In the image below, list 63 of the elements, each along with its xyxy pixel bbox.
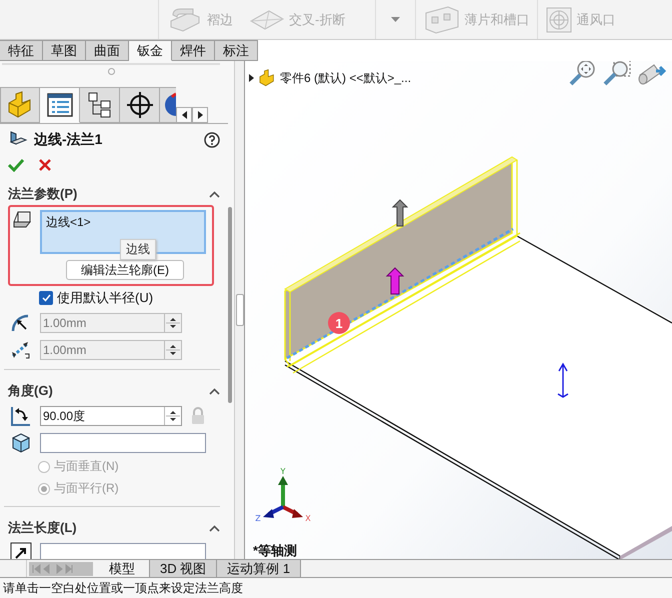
list-icon	[46, 91, 74, 119]
cube-icon	[10, 432, 32, 454]
tab-slot-icon	[424, 4, 460, 34]
axis-label: X	[305, 514, 311, 523]
ribbon-tab[interactable]: 标注	[215, 40, 258, 61]
ribbon-tab[interactable]: 焊件	[172, 40, 215, 61]
feature-title: 边线-法兰1	[34, 131, 102, 149]
arrow-handle-icon[interactable]	[392, 199, 408, 226]
axis-label: Z	[255, 514, 261, 523]
collapse-icon[interactable]	[209, 190, 220, 198]
axis-triad-drawing	[263, 476, 303, 518]
caret-icon	[391, 17, 400, 22]
section-title: 法兰长度(L)	[8, 519, 77, 537]
scrollbar-thumb[interactable]	[228, 207, 232, 403]
section-title: 角度(G)	[8, 382, 53, 400]
collapse-icon[interactable]	[209, 524, 220, 532]
panel-tab[interactable]	[120, 87, 160, 123]
angle-icon	[10, 405, 32, 427]
status-bar: 请单击一空白处位置或一顶点来设定法兰高度	[0, 577, 672, 598]
scroll-left-button[interactable]	[176, 107, 192, 123]
crosshair-icon	[126, 91, 154, 119]
left-arrow-icon	[182, 111, 186, 119]
gap-icon	[10, 340, 32, 360]
axis-label: Y	[280, 467, 286, 476]
panel-grip[interactable]	[2, 63, 220, 77]
expand-icon[interactable]	[249, 74, 254, 82]
ribbon-tab[interactable]: 特征	[0, 40, 43, 61]
scroll-right-button[interactable]	[192, 107, 208, 123]
face-selection-field[interactable]	[40, 433, 206, 453]
tree-icon	[86, 91, 114, 119]
part-icon	[258, 69, 276, 87]
view-orientation-label: *等轴测	[253, 542, 298, 559]
ribbon-tab[interactable]: 草图	[43, 40, 86, 61]
origin-marker-icon	[557, 362, 569, 398]
tooltip: 边线	[120, 239, 156, 260]
right-arrow-icon	[198, 111, 202, 119]
panel-tab[interactable]	[80, 87, 120, 123]
radio-label: 与面平行(R)	[54, 480, 119, 497]
ribbon-tab[interactable]: 曲面	[86, 40, 129, 61]
tab-navigation-icon[interactable]	[29, 562, 93, 576]
spinner-icon[interactable]	[164, 407, 181, 425]
section-title: 法兰参数(P)	[8, 185, 78, 203]
edge-select-icon	[12, 210, 34, 230]
radio-label: 与面垂直(N)	[54, 458, 119, 475]
cancel-icon[interactable]	[38, 158, 52, 172]
checkbox-label: 使用默认半径(U)	[57, 289, 154, 307]
arrow-handle-icon[interactable]	[386, 267, 404, 294]
end-condition-field[interactable]	[40, 543, 206, 559]
model-tab[interactable]: 运动算例 1	[217, 560, 302, 577]
collapse-icon[interactable]	[209, 388, 220, 394]
edit-profile-button[interactable]: 编辑法兰轮廓(E)	[66, 260, 184, 280]
checkbox[interactable]	[39, 291, 53, 305]
checkmark-icon	[42, 294, 50, 302]
panel-tab[interactable]	[40, 87, 80, 123]
vent-icon	[546, 6, 572, 32]
ribbon-tab[interactable]: 钣金	[129, 40, 172, 61]
help-icon[interactable]	[204, 132, 220, 148]
zoom-area-icon[interactable]	[602, 61, 632, 87]
splitter-handle[interactable]	[236, 294, 244, 326]
angle-field[interactable]: 90.00度	[40, 406, 182, 426]
tree-item-label[interactable]: 零件6 (默认) <<默认>_...	[280, 70, 412, 86]
model-tab[interactable]: 3D 视图	[150, 560, 218, 577]
ok-icon[interactable]	[8, 158, 24, 172]
